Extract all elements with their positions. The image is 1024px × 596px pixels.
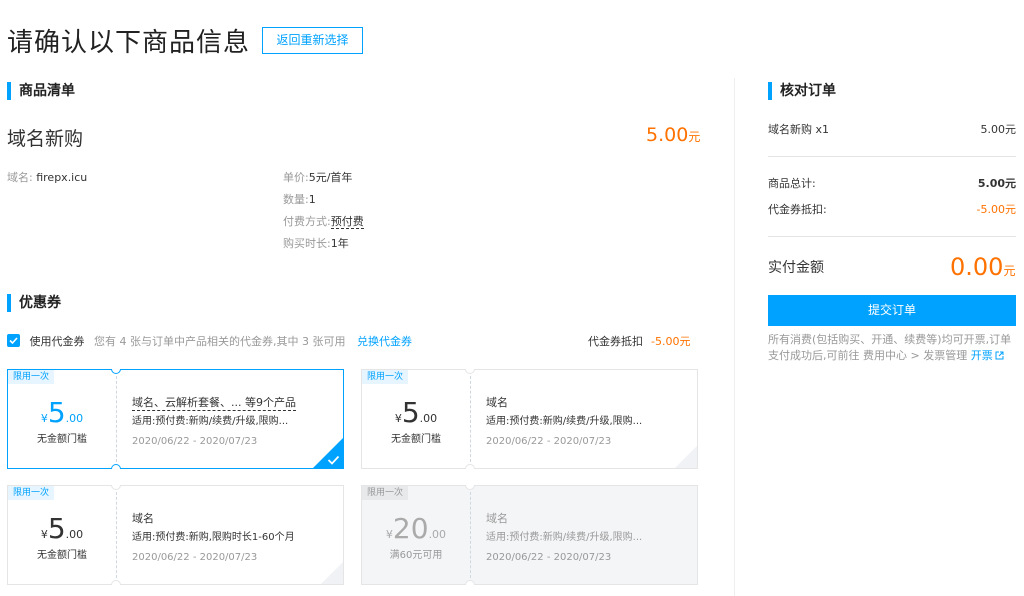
domain-info: 域名: firepx.icu — [7, 170, 87, 186]
coupon-threshold: 满60元可用 — [389, 550, 443, 561]
order-total-value: 5.00元 — [977, 177, 1016, 190]
divider — [768, 236, 1016, 237]
coupon-card-disabled: 限用一次 ¥20.00 满60元可用 域名 适用:预付费:新购/续费/升级,限购… — [361, 485, 698, 585]
order-item-value: 5.00元 — [980, 123, 1017, 136]
exchange-coupon-link[interactable]: 兑换代金券 — [357, 335, 412, 348]
coupon-count-text: 您有 4 张与订单中产品相关的代金券,其中 3 张可用 — [94, 335, 346, 348]
corner-fold — [321, 562, 343, 584]
product-list-title: 商品清单 — [19, 83, 75, 99]
coupon-card[interactable]: 限用一次 ¥5.00 无金额门槛 域名 适用:预付费:新购,限购时长1-60个月… — [7, 485, 344, 585]
pay-amount-label: 实付金额 — [768, 260, 824, 276]
section-accent-bar — [768, 82, 772, 100]
order-coupon-label: 代金券抵扣: — [768, 203, 827, 216]
coupon-deduct-value: -5.00元 — [651, 335, 691, 348]
product-price: 5.00元 — [646, 124, 701, 146]
coupon-title: 优惠券 — [19, 295, 61, 311]
external-link-icon — [995, 351, 1004, 360]
coupon-usage-rule: 适用:预付费:新购/续费/升级,限购... — [486, 416, 643, 427]
coupon-usage-rule: 适用:预付费:新购/续费/升级,限购... — [132, 416, 289, 427]
coupon-amount: ¥5.00 — [394, 396, 438, 429]
coupon-usage-rule: 适用:预付费:新购/续费/升级,限购... — [486, 532, 643, 543]
order-summary-title: 核对订单 — [780, 83, 836, 99]
domain-value: firepx.icu — [36, 171, 88, 184]
coupon-validity: 2020/06/22 - 2020/07/23 — [486, 436, 612, 447]
order-coupon-row: 代金券抵扣: -5.00元 — [768, 202, 1016, 218]
column-divider — [734, 78, 735, 596]
corner-fold — [675, 446, 697, 468]
coupon-deduct-label: 代金券抵扣 — [588, 335, 643, 348]
coupon-notch — [111, 369, 121, 374]
coupon-deduct-summary: 代金券抵扣 -5.00元 — [588, 334, 690, 350]
product-list-heading: 商品清单 — [7, 82, 75, 100]
coupon-heading: 优惠券 — [7, 294, 61, 312]
coupon-card[interactable]: 限用一次 ¥5.00 无金额门槛 域名 适用:预付费:新购/续费/升级,限购..… — [361, 369, 698, 469]
coupon-divider — [116, 376, 117, 462]
coupon-notch — [111, 464, 121, 469]
coupon-notch — [465, 485, 475, 490]
section-accent-bar — [7, 294, 11, 312]
order-item-row: 域名新购 x1 5.00元 — [768, 122, 1016, 138]
coupon-validity: 2020/06/22 - 2020/07/23 — [132, 436, 258, 447]
product-name: 域名新购 — [7, 128, 84, 150]
coupon-threshold: 无金额门槛 — [37, 434, 87, 445]
domain-label: 域名: — [7, 171, 33, 184]
coupon-usage-rule: 适用:预付费:新购,限购时长1-60个月 — [132, 532, 295, 543]
coupon-amount: ¥20.00 — [385, 512, 447, 545]
coupon-notch — [465, 369, 475, 374]
detail-payment-method: 付费方式:预付费 — [283, 215, 364, 229]
coupon-divider — [116, 492, 117, 578]
coupon-notch — [111, 485, 121, 490]
invoice-link[interactable]: 开票 — [971, 349, 1004, 362]
coupon-card[interactable]: 限用一次 ¥5.00 无金额门槛 域名、云解析套餐、... 等9个产品 适用:预… — [7, 369, 344, 469]
use-coupon-label[interactable]: 使用代金券 — [30, 335, 85, 348]
divider — [768, 156, 1016, 157]
submit-order-button[interactable]: 提交订单 — [768, 295, 1016, 326]
coupon-validity: 2020/06/22 - 2020/07/23 — [132, 552, 258, 563]
coupon-threshold: 无金额门槛 — [391, 434, 441, 445]
order-summary-heading: 核对订单 — [768, 82, 836, 100]
coupon-divider — [470, 492, 471, 578]
detail-duration: 购买时长:1年 — [283, 237, 349, 250]
coupon-product-scope: 域名 — [486, 396, 508, 409]
coupon-threshold: 无金额门槛 — [37, 550, 87, 561]
detail-quantity: 数量:1 — [283, 193, 316, 206]
coupon-amount: ¥5.00 — [40, 396, 84, 429]
order-total-label: 商品总计: — [768, 177, 816, 190]
coupon-amount: ¥5.00 — [40, 512, 84, 545]
use-coupon-row: 使用代金券 您有 4 张与订单中产品相关的代金券,其中 3 张可用 兑换代金券 — [7, 334, 412, 350]
coupon-product-scope: 域名 — [132, 512, 154, 525]
coupon-product-scope[interactable]: 域名、云解析套餐、... 等9个产品 — [132, 394, 296, 411]
page-title: 请确认以下商品信息 — [7, 28, 251, 58]
invoice-note: 所有消费(包括购买、开通、续费等)均可开票,订单支付成功后,可前往 费用中心 >… — [768, 332, 1018, 364]
detail-unit-price: 单价:5元/首年 — [283, 171, 353, 184]
back-reselect-button[interactable]: 返回重新选择 — [262, 27, 363, 54]
order-item-label: 域名新购 x1 — [768, 123, 830, 136]
coupon-notch — [465, 580, 475, 585]
coupon-notch — [465, 464, 475, 469]
coupon-notch — [111, 580, 121, 585]
section-accent-bar — [7, 82, 11, 100]
pay-amount: 0.00元 — [950, 253, 1016, 281]
coupon-divider — [470, 376, 471, 462]
coupon-product-scope: 域名 — [486, 512, 508, 525]
order-coupon-value: -5.00元 — [976, 203, 1016, 216]
checkmark-icon — [327, 455, 340, 465]
checkbox-checked-icon[interactable] — [7, 334, 20, 347]
coupon-validity: 2020/06/22 - 2020/07/23 — [486, 552, 612, 563]
order-total-row: 商品总计: 5.00元 — [768, 176, 1016, 192]
